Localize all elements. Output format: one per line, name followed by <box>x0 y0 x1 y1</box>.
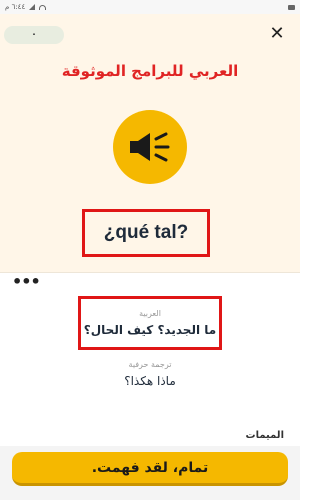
spanish-phrase: ¿qué tal? <box>82 209 210 257</box>
translation-label: العربية <box>139 309 161 318</box>
brand-title: العربي للبرامج الموثوقة <box>61 62 239 80</box>
literal-translation-label: ترجمة حرفية <box>128 360 172 369</box>
speaker-icon <box>130 132 170 162</box>
divider <box>0 272 300 273</box>
status-bar: ٦:٤٤ م <box>0 0 300 14</box>
progress-text: ٠ <box>31 30 37 40</box>
memes-label: الميمات <box>245 430 284 441</box>
progress-indicator: ٠ <box>4 26 64 44</box>
got-it-button[interactable]: تمام، لقد فهمت. <box>12 452 288 486</box>
status-time: ٦:٤٤ م <box>5 3 26 11</box>
signal-icon <box>29 4 36 10</box>
more-options-icon[interactable]: ••• <box>12 272 41 291</box>
status-icons: ٦:٤٤ م <box>5 3 47 11</box>
wifi-icon <box>39 4 47 10</box>
literal-translation-text: ماذا هكذا؟ <box>124 374 176 388</box>
top-bar: ٠ ✕ <box>0 14 300 60</box>
translation-text: ما الجديد؟ كيف الحال؟ <box>83 323 217 337</box>
play-audio-button[interactable] <box>113 110 187 184</box>
battery-icon <box>288 4 295 10</box>
close-icon[interactable]: ✕ <box>268 23 286 44</box>
translation-box: العربية ما الجديد؟ كيف الحال؟ <box>78 296 222 350</box>
